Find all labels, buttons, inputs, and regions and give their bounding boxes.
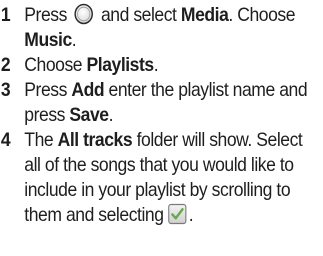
step-keyword-save: Save (69, 104, 109, 126)
step-keyword-media: Media (180, 4, 229, 26)
step-number: 2 (0, 54, 11, 76)
step-keyword-music: Music (24, 29, 72, 51)
step-text: Press (24, 4, 67, 26)
step-number: 4 (0, 129, 11, 151)
step-keyword-all-tracks: All tracks (57, 129, 133, 151)
step-text: The (24, 129, 54, 151)
instruction-steps: 1 Press and select Media. Choose Music . … (0, 3, 308, 228)
checkbox-checked-icon (167, 203, 187, 225)
step-4: 4 The All tracks folder will show. Selec… (0, 128, 321, 228)
step-text: Press (24, 79, 67, 101)
step-text: Choose (24, 54, 83, 76)
step-text: . (188, 204, 194, 226)
step-1: 1 Press and select Media. Choose Music. (0, 3, 321, 53)
step-2: 2 Choose Playlists. (0, 53, 321, 78)
step-text: and select (100, 4, 177, 26)
circle-key-icon (74, 3, 94, 25)
step-number: 1 (0, 4, 11, 26)
step-text: enter the playlist name and press (24, 79, 308, 126)
step-text: . Choose (228, 4, 296, 26)
step-text: . (108, 104, 114, 126)
step-number: 3 (0, 79, 11, 101)
step-keyword-add: Add (71, 79, 105, 101)
step-text: . (153, 54, 159, 76)
step-text: . (71, 29, 77, 51)
step-3: 3 Press Add enter the playlist name and … (0, 78, 321, 128)
step-keyword-playlists: Playlists (86, 54, 155, 76)
